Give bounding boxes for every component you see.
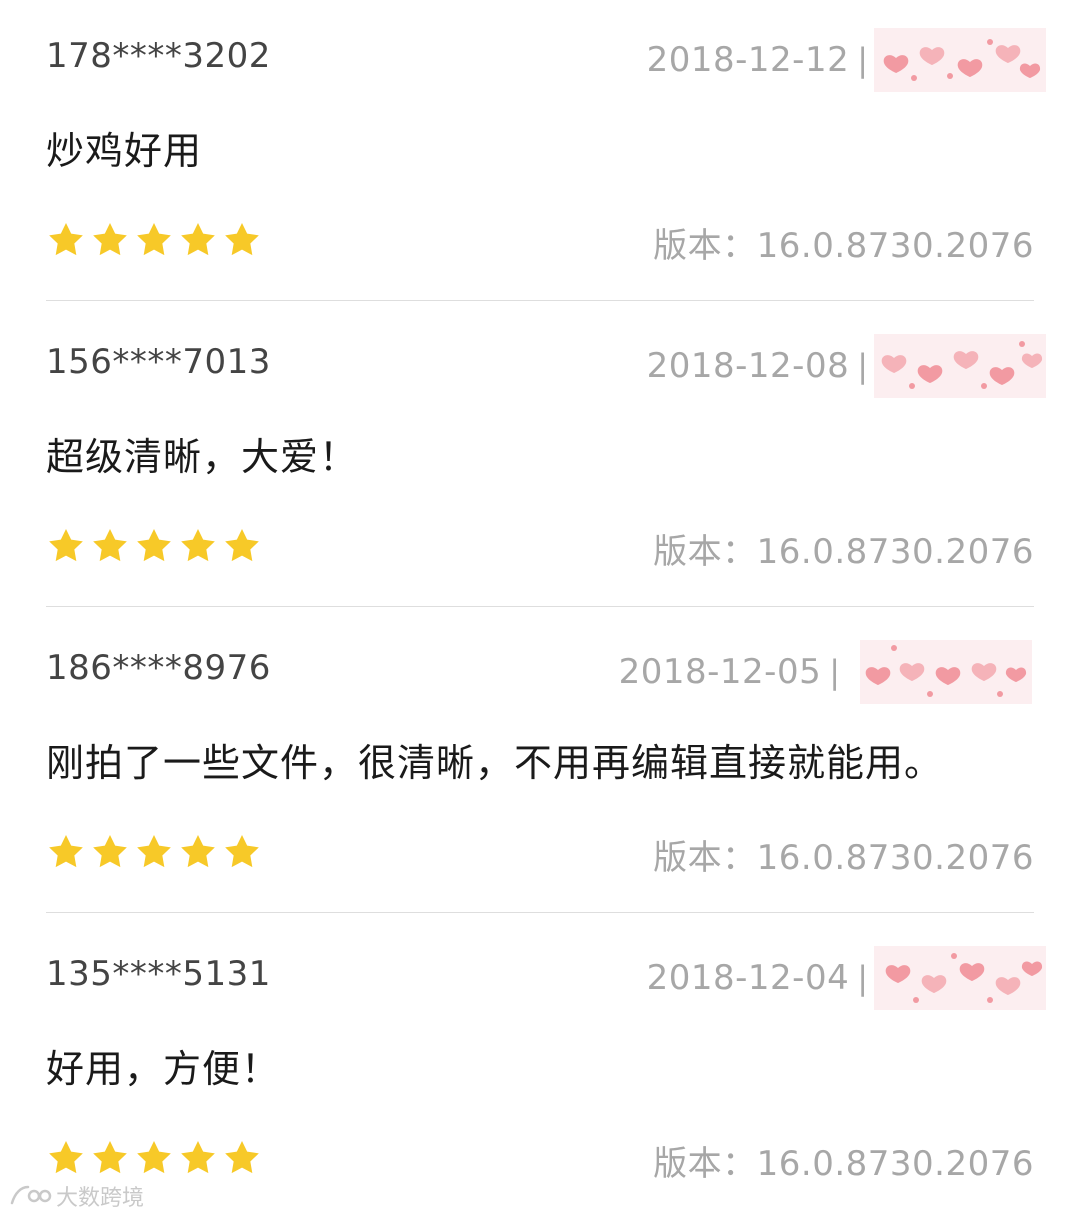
review-meta: 2018-12-12 | <box>647 28 1046 92</box>
star-icon <box>181 1141 215 1174</box>
star-rating <box>46 832 266 872</box>
review-version: 版本：16.0.8730.2076 <box>653 838 1034 878</box>
star-icon <box>137 1141 171 1174</box>
meta-separator: | <box>857 347 868 385</box>
star-icon <box>137 529 171 562</box>
star-icon <box>137 223 171 256</box>
star-rating <box>46 1138 266 1178</box>
review-version: 版本：16.0.8730.2076 <box>653 532 1034 572</box>
review-meta: 2018-12-08 | <box>647 334 1046 398</box>
review-username: 135****5131 <box>46 954 271 994</box>
star-icon <box>137 835 171 868</box>
watermark-text: 大数跨境 <box>56 1186 145 1211</box>
star-icon <box>93 835 127 868</box>
star-icon <box>181 223 215 256</box>
star-icon <box>225 223 259 256</box>
review-date: 2018-12-12 <box>646 40 850 80</box>
review-card: 135****5131 2018-12-04 | 好用，方便！ 版本：16.0.… <box>0 918 1076 1224</box>
divider <box>46 300 1034 301</box>
star-icon <box>49 835 83 868</box>
review-content: 炒鸡好用 <box>46 129 203 173</box>
star-rating <box>46 526 266 566</box>
review-date: 2018-12-05 <box>618 652 822 692</box>
review-date: 2018-12-08 <box>646 346 850 386</box>
review-meta: 2018-12-04 | <box>647 946 1046 1010</box>
review-username: 178****3202 <box>46 36 271 76</box>
review-username: 156****7013 <box>46 342 271 382</box>
star-icon <box>93 1141 127 1174</box>
star-icon <box>181 835 215 868</box>
review-card: 186****8976 2018-12-05 | 刚拍了一些文件，很清晰，不用再… <box>0 612 1076 918</box>
star-icon <box>49 223 83 256</box>
heart-sticker-icon <box>874 334 1046 398</box>
star-icon <box>93 529 127 562</box>
review-meta: 2018-12-05 | <box>619 640 1046 704</box>
heart-sticker-icon <box>874 28 1046 92</box>
logo-icon <box>10 1185 52 1205</box>
review-card: 156****7013 2018-12-08 | 超级清晰，大爱！ 版本：16.… <box>0 306 1076 612</box>
review-username: 186****8976 <box>46 648 271 688</box>
star-icon <box>225 1141 259 1174</box>
star-icon <box>49 1141 83 1174</box>
star-icon <box>225 835 259 868</box>
review-content: 超级清晰，大爱！ <box>46 435 359 479</box>
review-card: 178****3202 2018-12-12 | 炒鸡好用 版本：16.0.87… <box>0 0 1076 306</box>
review-content: 好用，方便！ <box>46 1047 281 1091</box>
meta-separator: | <box>829 653 840 691</box>
divider <box>46 912 1034 913</box>
review-version: 版本：16.0.8730.2076 <box>653 226 1034 266</box>
star-icon <box>225 529 259 562</box>
divider <box>46 606 1034 607</box>
heart-sticker-icon <box>874 946 1046 1010</box>
star-rating <box>46 220 266 260</box>
review-content: 刚拍了一些文件，很清晰，不用再编辑直接就能用。 <box>46 741 944 785</box>
heart-sticker-icon <box>860 640 1032 704</box>
star-icon <box>93 223 127 256</box>
star-icon <box>49 529 83 562</box>
star-icon <box>181 529 215 562</box>
watermark: 大数跨境 <box>8 1180 144 1212</box>
meta-separator: | <box>857 41 868 79</box>
review-version: 版本：16.0.8730.2076 <box>653 1144 1034 1184</box>
meta-separator: | <box>857 959 868 997</box>
review-date: 2018-12-04 <box>646 958 850 998</box>
